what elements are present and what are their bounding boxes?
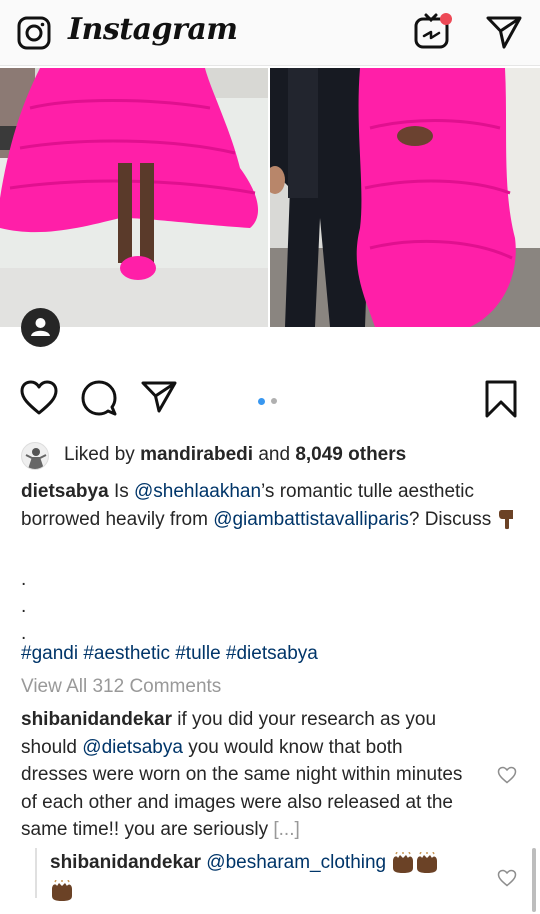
comment: shibanidandekar if you did your research… — [21, 706, 471, 844]
carousel-indicator — [258, 398, 288, 406]
reply-mention[interactable]: @besharam_clothing — [206, 852, 386, 873]
comment-like-heart-icon[interactable] — [497, 766, 517, 784]
camera-icon[interactable] — [17, 16, 51, 50]
caption-dot: . — [21, 569, 27, 590]
point-down-emoji-icon — [499, 510, 514, 530]
user-tag-icon — [31, 318, 50, 336]
view-all-comments-link[interactable]: View All 312 Comments — [21, 676, 221, 698]
clap-emoji-icon — [417, 851, 438, 873]
comment-icon[interactable] — [81, 380, 117, 416]
caption-dot: . — [21, 623, 27, 644]
comment-author[interactable]: shibanidandekar — [21, 709, 172, 730]
liker-avatar-image — [25, 448, 47, 469]
reply-comment: shibanidandekar @besharam_clothing — [50, 849, 480, 905]
reply-author[interactable]: shibanidandekar — [50, 852, 201, 873]
direct-icon[interactable] — [485, 14, 523, 50]
caption-hashtags[interactable]: #gandi #aesthetic #tulle #dietsabya — [21, 643, 318, 665]
comment-more-link[interactable]: [...] — [273, 819, 299, 840]
post-carousel[interactable] — [0, 68, 540, 327]
post-photo-left — [0, 68, 268, 327]
heart-icon[interactable] — [20, 380, 58, 416]
caption-text: ? Discuss — [408, 508, 492, 530]
clap-emoji-icon — [393, 851, 414, 873]
share-icon[interactable] — [141, 380, 177, 414]
caption-mention[interactable]: @giambattistavalliparis — [213, 509, 409, 530]
likes-prefix: Liked by — [64, 444, 135, 465]
likes-summary[interactable]: Liked by mandirabedi and 8,049 others — [21, 440, 531, 470]
post-caption: dietsabya Is @shehlaakhan’s romantic tul… — [21, 478, 521, 533]
bookmark-icon[interactable] — [485, 380, 517, 418]
likes-connector: and — [258, 444, 291, 465]
clap-emoji-icon — [52, 879, 72, 901]
reply-thread-line — [35, 848, 37, 898]
scrollbar[interactable] — [532, 848, 536, 912]
caption-text: Is — [113, 481, 129, 502]
comment-mention[interactable]: @dietsabya — [82, 737, 183, 758]
reply-like-heart-icon[interactable] — [497, 869, 517, 887]
likes-count[interactable]: 8,049 others — [295, 444, 406, 465]
caption-author[interactable]: dietsabya — [21, 481, 109, 502]
post-photo-right — [270, 68, 540, 327]
top-bar: Instagram — [0, 0, 540, 66]
user-tag-button[interactable] — [21, 308, 60, 347]
caption-mention[interactable]: @shehlaakhan — [134, 481, 261, 502]
likes-text: Liked by mandirabedi and 8,049 others — [64, 444, 406, 466]
carousel-dot-active — [258, 398, 265, 405]
app-logo: Instagram — [68, 12, 238, 47]
caption-dot: . — [21, 596, 27, 617]
carousel-dot — [271, 398, 277, 404]
igtv-icon[interactable] — [413, 12, 453, 50]
liker-username[interactable]: mandirabedi — [140, 444, 253, 465]
liker-avatar[interactable] — [21, 442, 49, 470]
